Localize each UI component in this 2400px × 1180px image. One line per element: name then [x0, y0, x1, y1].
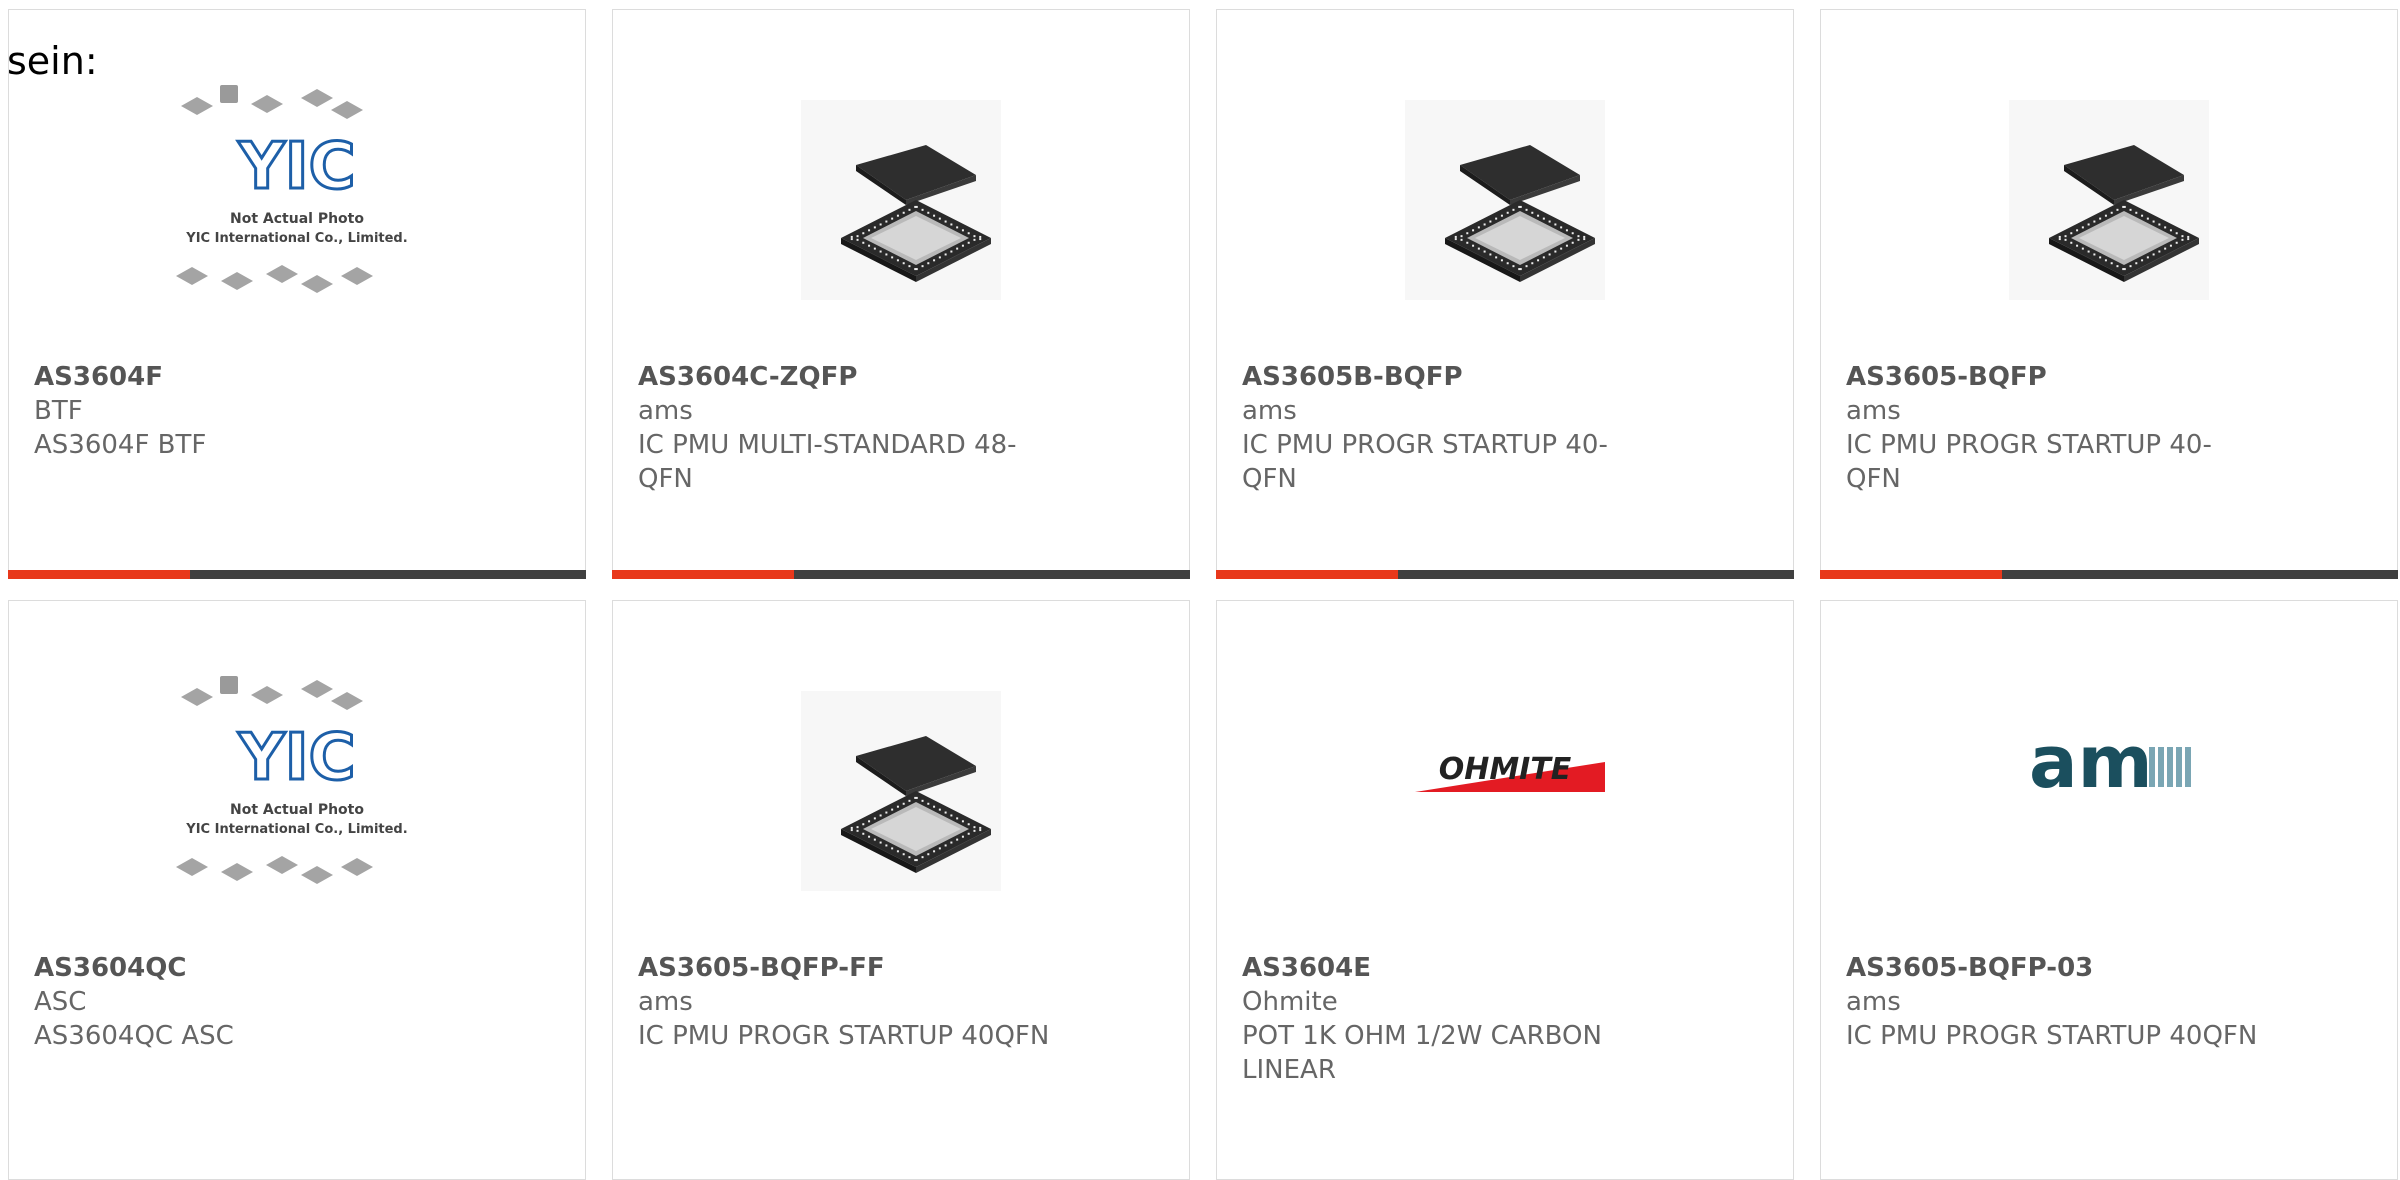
card-footer-accent — [1820, 570, 2002, 579]
placeholder-image: YIC Not Actual Photo YIC International Co.… — [176, 676, 408, 884]
product-image[interactable]: am — [1979, 667, 2239, 915]
product-card[interactable]: YIC Not Actual Photo YIC International Co.… — [8, 9, 586, 579]
product-card[interactable]: am AS3605-BQFP-03 ams IC PMU PROGR STARTUP … — [1820, 600, 2398, 1180]
ohmite-logo-text: OHMITE — [1439, 752, 1572, 787]
yic-brand-text: YIC — [237, 721, 355, 795]
product-image[interactable] — [1979, 76, 2239, 324]
description: IC PMU PROGR STARTUP 40QFN — [1846, 1021, 2258, 1051]
manufacturer: ams — [638, 987, 693, 1017]
product-info: AS3604C-ZQFP ams IC PMU MULTI-STANDARD 48-… — [638, 360, 1058, 496]
product-info: AS3604E Ohmite POT 1K OHM 1/2W CARBON LINE… — [1242, 951, 1662, 1087]
part-number[interactable]: AS3604E — [1242, 951, 1662, 985]
qfn-chip-image — [2009, 100, 2209, 300]
manufacturer: ams — [1846, 987, 1901, 1017]
part-number[interactable]: AS3605-BQFP-FF — [638, 951, 1058, 985]
description: IC PMU MULTI-STANDARD 48-QFN — [638, 430, 1017, 494]
product-image[interactable] — [1375, 76, 1635, 324]
card-footer-accent — [8, 570, 190, 579]
product-image[interactable] — [771, 76, 1031, 324]
ams-logo-image: am — [2029, 720, 2191, 804]
product-card[interactable]: AS3605B-BQFP ams IC PMU PROGR STARTUP 40-Q… — [1216, 9, 1794, 579]
part-number[interactable]: AS3605B-BQFP — [1242, 360, 1662, 394]
manufacturer: ams — [1846, 396, 1901, 426]
part-number[interactable]: AS3604QC — [34, 951, 454, 985]
card-footer-bar — [612, 570, 1190, 579]
placeholder-line2: YIC International Co., Limited. — [185, 231, 407, 246]
intro-text: sein: — [7, 39, 98, 83]
product-card[interactable]: OHMITE AS3604E Ohmite POT 1K OHM 1/2W CARBO… — [1216, 600, 1794, 1180]
qfn-chip-image — [801, 691, 1001, 891]
ohmite-logo-image: OHMITE — [1415, 752, 1605, 792]
product-info: AS3604QC ASC AS3604QC ASC — [34, 951, 454, 1053]
manufacturer: ams — [638, 396, 693, 426]
card-footer-bar — [1820, 570, 2398, 579]
product-info: AS3605-BQFP-03 ams IC PMU PROGR STARTUP 40… — [1846, 951, 2266, 1053]
ams-logo-text: am — [2029, 720, 2153, 804]
product-image[interactable] — [771, 667, 1031, 915]
product-image[interactable]: OHMITE — [1375, 667, 1635, 915]
manufacturer: ams — [1242, 396, 1297, 426]
product-card[interactable]: AS3605-BQFP ams IC PMU PROGR STARTUP 40-QF… — [1820, 9, 2398, 579]
yic-brand-text: YIC — [237, 130, 355, 204]
manufacturer: BTF — [34, 396, 83, 426]
description: IC PMU PROGR STARTUP 40QFN — [638, 1021, 1050, 1051]
manufacturer: ASC — [34, 987, 87, 1017]
placeholder-line2: YIC International Co., Limited. — [185, 822, 407, 837]
card-footer-bar — [8, 570, 586, 579]
product-card[interactable]: AS3604C-ZQFP ams IC PMU MULTI-STANDARD 48-… — [612, 9, 1190, 579]
product-info: AS3605-BQFP-FF ams IC PMU PROGR STARTUP 40… — [638, 951, 1058, 1053]
product-image[interactable]: YIC Not Actual Photo YIC International Co.… — [167, 76, 427, 324]
product-card[interactable]: AS3605-BQFP-FF ams IC PMU PROGR STARTUP 40… — [612, 600, 1190, 1180]
product-image[interactable]: YIC Not Actual Photo YIC International Co.… — [167, 667, 427, 915]
card-footer-accent — [612, 570, 794, 579]
product-info: AS3604F BTF AS3604F BTF — [34, 360, 454, 462]
placeholder-line1: Not Actual Photo — [230, 802, 364, 818]
qfn-chip-image — [1405, 100, 1605, 300]
part-number[interactable]: AS3604C-ZQFP — [638, 360, 1058, 394]
card-footer-bar — [1216, 570, 1794, 579]
description: AS3604QC ASC — [34, 1021, 234, 1051]
description: AS3604F BTF — [34, 430, 207, 460]
product-info: AS3605-BQFP ams IC PMU PROGR STARTUP 40-QF… — [1846, 360, 2266, 496]
product-info: AS3605B-BQFP ams IC PMU PROGR STARTUP 40-Q… — [1242, 360, 1662, 496]
part-number[interactable]: AS3605-BQFP — [1846, 360, 2266, 394]
part-number[interactable]: AS3604F — [34, 360, 454, 394]
card-footer-accent — [1216, 570, 1398, 579]
description: POT 1K OHM 1/2W CARBON LINEAR — [1242, 1021, 1602, 1085]
manufacturer: Ohmite — [1242, 987, 1338, 1017]
description: IC PMU PROGR STARTUP 40-QFN — [1846, 430, 2212, 494]
product-card[interactable]: YIC Not Actual Photo YIC International Co.… — [8, 600, 586, 1180]
part-number[interactable]: AS3605-BQFP-03 — [1846, 951, 2266, 985]
placeholder-image: YIC Not Actual Photo YIC International Co.… — [176, 85, 408, 293]
qfn-chip-image — [801, 100, 1001, 300]
placeholder-line1: Not Actual Photo — [230, 211, 364, 227]
description: IC PMU PROGR STARTUP 40-QFN — [1242, 430, 1608, 494]
